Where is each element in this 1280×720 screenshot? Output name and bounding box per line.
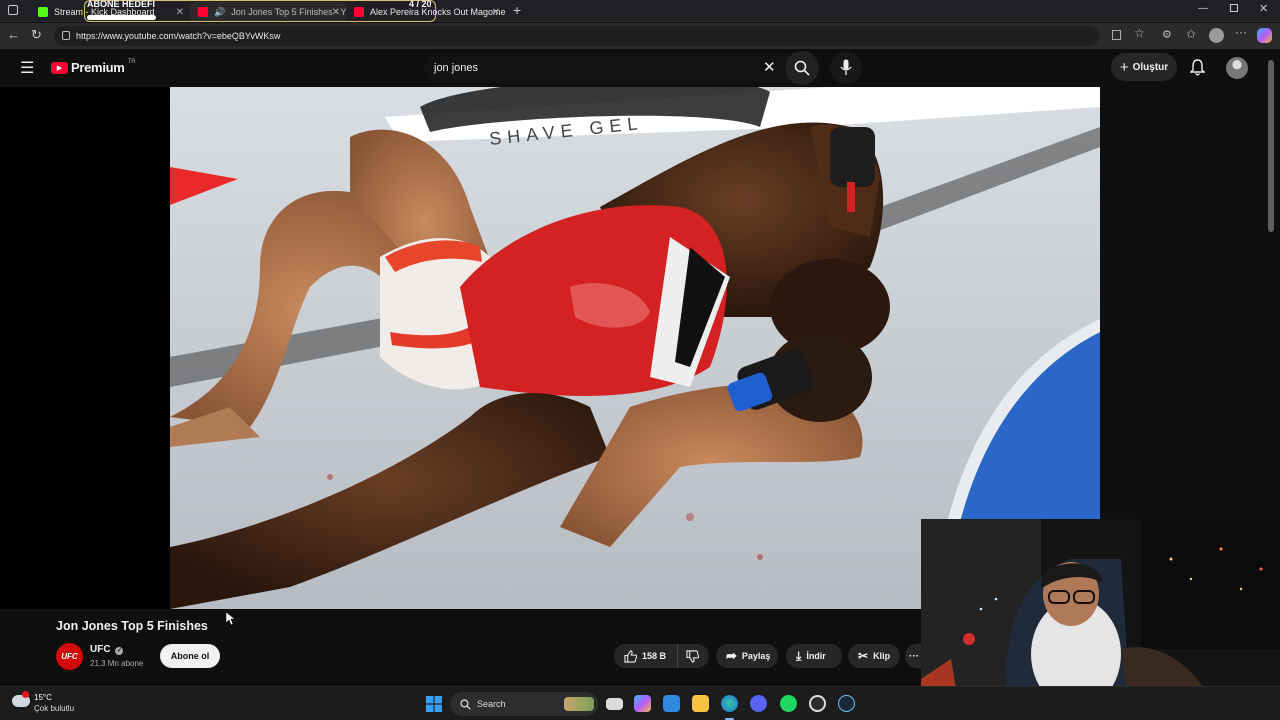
tab-actions-icon[interactable] (8, 5, 18, 15)
scissors-icon: ✂ (858, 649, 869, 663)
like-button[interactable]: 158 B (614, 644, 677, 668)
windows-taskbar: 15°C Çok bulutlu Search (0, 686, 1280, 720)
file-explorer-icon[interactable] (692, 695, 709, 712)
site-info-icon[interactable] (62, 31, 70, 40)
task-view-icon[interactable] (606, 698, 623, 710)
copilot-icon[interactable] (1257, 28, 1272, 43)
hamburger-menu-icon[interactable]: ☰ (20, 58, 34, 78)
logo-region: TR (127, 58, 136, 65)
subscribe-button[interactable]: Abone ol (160, 644, 220, 668)
close-tab-icon[interactable]: ✕ (492, 7, 500, 18)
new-tab-icon[interactable]: + (513, 2, 521, 18)
youtube-header: ☰ ▶ Premium TR jon jones ✕ + Oluştur (0, 49, 1280, 87)
channel-avatar[interactable]: UFC (56, 643, 83, 670)
microphone-icon[interactable] (840, 59, 852, 76)
youtube-play-icon: ▶ (51, 61, 68, 74)
logo-text: Premium (71, 60, 125, 75)
search-highlight-icon (564, 697, 594, 711)
copilot-app-icon[interactable] (634, 695, 651, 712)
youtube-premium-logo[interactable]: ▶ Premium TR (51, 58, 136, 75)
address-bar[interactable]: https://www.youtube.com/watch?v=ebeQBYvW… (54, 26, 1145, 46)
obs-studio-icon[interactable] (809, 695, 826, 712)
dislike-button[interactable] (677, 644, 709, 668)
clip-button[interactable]: ✂ Klip (848, 644, 900, 668)
goal-label: ABONE HEDEFİ (87, 0, 156, 9)
weather-desc: Çok bulutlu (34, 704, 75, 713)
kick-icon (38, 7, 48, 17)
collections-icon[interactable]: ✩ (1186, 27, 1196, 41)
discord-icon[interactable] (750, 695, 767, 712)
reader-view-icon[interactable] (1112, 30, 1121, 40)
share-button[interactable]: ➦ Paylaş (716, 644, 778, 668)
channel-name-text: UFC (90, 644, 111, 655)
weather-temp: 15°C (34, 693, 52, 702)
steam-icon[interactable] (838, 695, 855, 712)
video-player[interactable]: SHAVE GEL (0, 87, 1100, 609)
microsoft-store-icon[interactable] (663, 695, 680, 712)
edge-browser-icon[interactable] (721, 695, 738, 712)
spotify-icon[interactable] (780, 695, 797, 712)
goal-progress: 4 / 20 (409, 0, 432, 9)
like-count: 158 B (642, 651, 667, 661)
create-button[interactable]: + Oluştur (1111, 53, 1177, 81)
thumbs-down-icon (686, 649, 699, 663)
subscriber-goal-overlay: ABONE HEDEFİ 4 / 20 (84, 0, 436, 22)
download-icon: ⤓ (796, 648, 802, 663)
verified-badge-icon: ✓ (115, 647, 124, 655)
search-icon (460, 698, 471, 710)
weather-widget[interactable]: 15°C Çok bulutlu (12, 691, 92, 717)
extensions-icon[interactable]: ⚙ (1162, 28, 1172, 41)
refresh-icon[interactable]: ↻ (31, 27, 42, 43)
url-text: https://www.youtube.com/watch?v=ebeQBYvW… (76, 31, 281, 41)
taskbar-search-label: Search (477, 699, 506, 709)
share-label: Paylaş (741, 651, 771, 661)
back-icon[interactable]: ← (7, 27, 20, 42)
clip-label: Klip (873, 651, 891, 661)
download-label: İndir (806, 651, 826, 661)
page-scrollbar[interactable] (1268, 60, 1274, 232)
search-query: jon jones (434, 62, 479, 74)
search-icon[interactable] (794, 60, 810, 76)
minimize-icon[interactable]: — (1198, 3, 1208, 14)
create-label: Oluştur (1132, 61, 1169, 73)
restore-icon[interactable] (1230, 4, 1238, 12)
plus-icon: + (1119, 58, 1129, 76)
thumbs-up-icon (624, 649, 637, 663)
browser-toolbar: ← ↻ https://www.youtube.com/watch?v=ebeQ… (0, 23, 1280, 49)
notifications-bell-icon[interactable] (1190, 59, 1205, 76)
close-window-icon[interactable]: ✕ (1259, 2, 1268, 15)
download-button[interactable]: ⤓ İndir (786, 644, 842, 668)
account-avatar[interactable] (1226, 57, 1248, 79)
taskbar-search[interactable]: Search (450, 692, 598, 716)
mouse-cursor-icon (226, 612, 235, 626)
search-input[interactable]: jon jones (424, 53, 818, 83)
favorite-star-icon[interactable]: ☆ (1134, 26, 1145, 40)
goal-progress-bar (87, 15, 157, 20)
more-options-icon[interactable]: ··· (1235, 25, 1247, 39)
share-icon: ➦ (726, 648, 737, 663)
channel-avatar-text: UFC (61, 652, 78, 661)
more-actions-button[interactable]: ··· (905, 644, 921, 668)
profile-icon[interactable] (1209, 28, 1224, 43)
weather-alert-dot (22, 691, 29, 698)
more-horizontal-icon: ··· (909, 650, 919, 662)
subscriber-count: 21,3 Mn abone (90, 659, 144, 668)
windows-start-icon[interactable] (426, 696, 442, 712)
channel-name[interactable]: UFC ✓ (90, 644, 124, 655)
video-title: Jon Jones Top 5 Finishes (56, 619, 208, 633)
clear-search-icon[interactable]: ✕ (763, 58, 776, 76)
